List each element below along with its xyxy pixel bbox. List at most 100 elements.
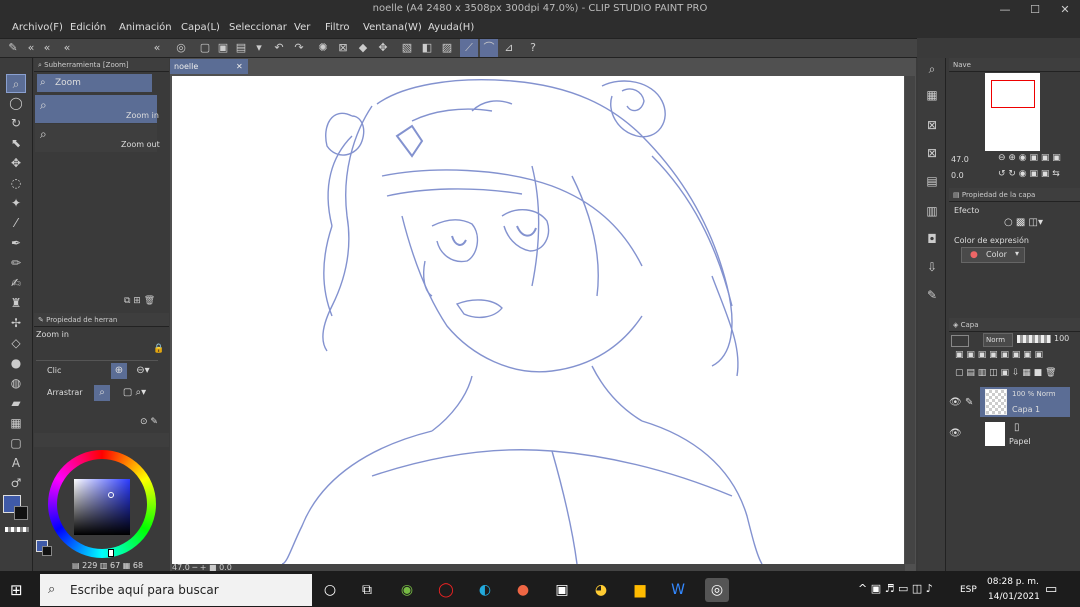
language-indicator[interactable]: ESP bbox=[960, 585, 977, 595]
close-tab-icon[interactable]: ✕ bbox=[236, 59, 243, 74]
material-icon[interactable]: ▦ bbox=[922, 86, 942, 105]
camera-icon[interactable]: ◘ bbox=[922, 230, 942, 249]
dropdown-icon[interactable]: ▾ bbox=[250, 39, 268, 57]
app-icon[interactable]: ◉ bbox=[395, 578, 419, 602]
eraser-icon[interactable]: ◇ bbox=[6, 334, 26, 353]
lock-icon[interactable]: 🔒 bbox=[153, 344, 164, 354]
minimize-button[interactable]: — bbox=[990, 0, 1020, 20]
word-icon[interactable]: W bbox=[666, 578, 690, 602]
zoom-out-mode-icon[interactable]: ⊖▾ bbox=[129, 363, 157, 379]
airbrush-icon[interactable]: ♜ bbox=[6, 294, 26, 313]
gradient-icon[interactable]: ▰ bbox=[6, 394, 26, 413]
sub-color-small[interactable] bbox=[42, 546, 52, 556]
sv-square[interactable] bbox=[74, 479, 130, 535]
blend-mode-select[interactable]: Norm bbox=[983, 333, 1013, 347]
tray-icons[interactable]: ^ ▣ ♬ ▭ ◫ ♪ bbox=[858, 582, 933, 595]
fill-bucket-icon[interactable]: ◍ bbox=[6, 374, 26, 393]
eye-icon[interactable]: 👁 bbox=[949, 397, 962, 408]
loading-icon[interactable]: ✺ bbox=[314, 39, 332, 57]
clock-time[interactable]: 08:28 p. m. bbox=[987, 577, 1039, 587]
layer-action-buttons[interactable]: ▢ ▤ ▥ ◫ ▣ ⇩ ▦ ■ 🗑 bbox=[955, 368, 1056, 378]
opacity-slider[interactable] bbox=[1017, 335, 1051, 343]
menu-edicion[interactable]: Edición bbox=[70, 22, 106, 33]
move-layer-icon[interactable]: ✥ bbox=[6, 154, 26, 173]
invert-icon[interactable]: ◧ bbox=[418, 39, 436, 57]
menu-animacion[interactable]: Animación bbox=[119, 22, 172, 33]
text-icon[interactable]: A bbox=[6, 454, 26, 473]
powerpoint-icon[interactable]: ● bbox=[511, 578, 535, 602]
clock-date[interactable]: 14/01/2021 bbox=[988, 592, 1040, 602]
pencil-icon[interactable]: ✏ bbox=[6, 254, 26, 273]
brush-size-icon[interactable]: ✎ bbox=[4, 39, 22, 57]
menu-seleccionar[interactable]: Seleccionar bbox=[229, 22, 287, 33]
navigator-rotate-buttons[interactable]: ↺ ↻ ◉ ▣ ▣ ⇆ bbox=[998, 169, 1060, 179]
clear-icon[interactable]: ⊠ bbox=[334, 39, 352, 57]
clip-studio-icon[interactable]: ◎ bbox=[172, 39, 190, 57]
effect-buttons[interactable]: ○ ▩ ◫▾ bbox=[1004, 217, 1043, 228]
panel-collapse-icon[interactable]: « bbox=[148, 39, 166, 57]
start-icon[interactable]: ⊞ bbox=[10, 581, 23, 599]
open-icon[interactable]: ▣ bbox=[214, 39, 232, 57]
snap-special-icon[interactable]: ⌒ bbox=[480, 39, 498, 57]
move-tool-icon[interactable]: ◯ bbox=[6, 94, 26, 113]
balloon-icon[interactable]: ♂ bbox=[6, 474, 26, 493]
eye-icon[interactable]: 👁 bbox=[949, 428, 962, 439]
notification-icon[interactable]: ▭ bbox=[1045, 582, 1057, 597]
menu-ver[interactable]: Ver bbox=[294, 22, 310, 33]
transform-icon[interactable]: ✥ bbox=[374, 39, 392, 57]
canvas-tab[interactable]: noelle ✕ bbox=[170, 59, 248, 74]
figure-icon[interactable]: ▦ bbox=[6, 414, 26, 433]
undo-icon[interactable]: ↶ bbox=[270, 39, 288, 57]
blend-icon[interactable]: ● bbox=[6, 354, 26, 373]
help-icon[interactable]: ? bbox=[524, 39, 542, 57]
decoration-icon[interactable]: ✢ bbox=[6, 314, 26, 333]
brush-icon[interactable]: ✍ bbox=[6, 274, 26, 293]
task-view-icon[interactable]: ⧉ bbox=[355, 578, 379, 602]
eyedropper-icon[interactable]: ⁄ bbox=[6, 214, 26, 233]
new-file-icon[interactable]: ▢ bbox=[196, 39, 214, 57]
download-icon[interactable]: ⇩ bbox=[922, 258, 942, 277]
pen-icon[interactable]: ✒ bbox=[6, 234, 26, 253]
maximize-button[interactable]: ☐ bbox=[1020, 0, 1050, 20]
navigator-zoom-buttons[interactable]: ⊖ ⊕ ◉ ▣ ▣ ▣ bbox=[998, 153, 1061, 163]
opera-icon[interactable]: ◯ bbox=[434, 578, 458, 602]
navigator-zoom[interactable]: 47.0 bbox=[951, 155, 969, 164]
navigator-icon[interactable]: ⌕ bbox=[922, 60, 942, 79]
horizontal-scrollbar[interactable] bbox=[172, 564, 905, 571]
sub-color[interactable] bbox=[14, 506, 28, 520]
clip-studio-taskbar-icon[interactable]: ◎ bbox=[705, 578, 729, 602]
menu-archivo[interactable]: Archivo(F) bbox=[12, 22, 63, 33]
zoom-in-mode-icon[interactable]: ⊕ bbox=[111, 363, 127, 379]
selection-icon[interactable]: ▨ bbox=[438, 39, 456, 57]
hue-cursor[interactable] bbox=[108, 549, 114, 557]
close-button[interactable]: ✕ bbox=[1050, 0, 1080, 20]
menu-capa[interactable]: Capa(L) bbox=[181, 22, 220, 33]
layer-search-icon[interactable]: ⊠ bbox=[922, 116, 942, 135]
layer-lock-buttons[interactable]: ▣ ▣ ▣ ▣ ▣ ▣ ▣ ▣ bbox=[955, 350, 1043, 360]
fill-icon[interactable]: ◆ bbox=[354, 39, 372, 57]
opacity-value[interactable]: 100 bbox=[1054, 334, 1069, 343]
cortana-icon[interactable]: ○ bbox=[318, 578, 342, 602]
drag-mode-icon[interactable]: ▢ ⌕▾ bbox=[112, 385, 157, 401]
chrome-icon[interactable]: ◕ bbox=[589, 578, 613, 602]
panel-collapse-icon[interactable]: « bbox=[38, 39, 56, 57]
vertical-scrollbar[interactable] bbox=[905, 76, 915, 564]
layer-name[interactable]: Capa 1 bbox=[1012, 405, 1040, 414]
drag-zoom-icon[interactable]: ⌕ bbox=[94, 385, 110, 401]
edit-icon[interactable]: ✎ bbox=[922, 286, 942, 305]
panel-collapse-icon[interactable]: « bbox=[58, 39, 76, 57]
redo-icon[interactable]: ↷ bbox=[290, 39, 308, 57]
media-icon[interactable]: ▣ bbox=[550, 578, 574, 602]
object-tool-icon[interactable]: ⬉ bbox=[6, 134, 26, 153]
explorer-icon[interactable]: ▆ bbox=[628, 578, 652, 602]
frame-icon[interactable]: ▢ bbox=[6, 434, 26, 453]
zoom-tool-icon[interactable]: ⌕ bbox=[6, 74, 26, 93]
layer-color-icon[interactable] bbox=[951, 335, 969, 347]
quick-access-icon[interactable]: ▥ bbox=[922, 202, 942, 221]
edge-icon[interactable]: ◐ bbox=[473, 578, 497, 602]
color-cursor[interactable] bbox=[108, 492, 114, 498]
pen-edit-icon[interactable]: ✎ bbox=[965, 397, 973, 408]
paper-layer-name[interactable]: Papel bbox=[1009, 437, 1031, 446]
magic-wand-icon[interactable]: ✦ bbox=[6, 194, 26, 213]
navigator-view-frame[interactable] bbox=[991, 80, 1035, 108]
